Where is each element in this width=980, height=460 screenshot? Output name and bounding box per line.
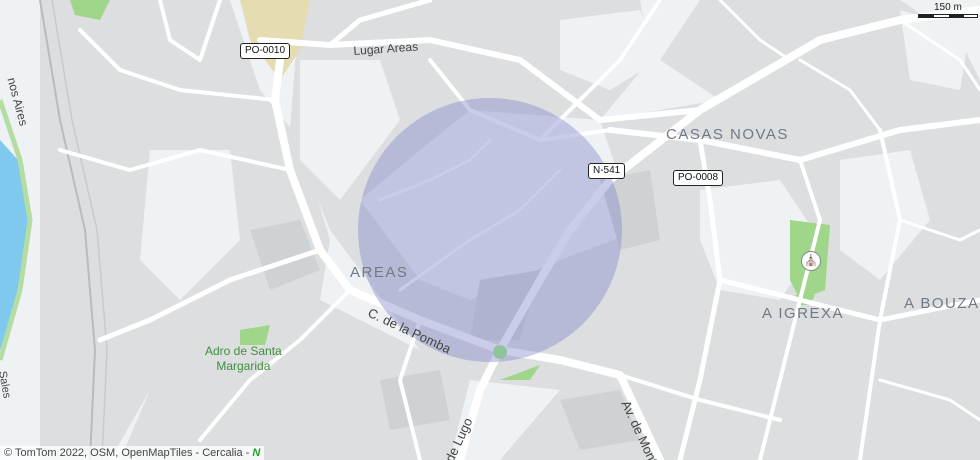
church-icon[interactable]: ⛪ [801, 251, 821, 271]
map-base-layer [0, 0, 980, 460]
location-marker [493, 345, 507, 359]
road-shield-po0008: PO-0008 [673, 170, 724, 186]
park-label-line-1: Adro de Santa [205, 344, 282, 358]
cercalia-logo-icon[interactable]: N [252, 447, 260, 459]
place-label-casas-novas: CASAS NOVAS [666, 126, 789, 143]
place-label-a-bouza: A BOUZA [904, 295, 980, 312]
park-label-adro: Adro de Santa Margarida [205, 344, 282, 374]
scale-graphic [918, 14, 978, 18]
road-shield-po0010: PO-0010 [240, 43, 291, 59]
attribution: © TomTom 2022, OSM, OpenMapTiles - Cerca… [0, 446, 265, 460]
map-canvas[interactable]: CASAS NOVAS AREAS A IGREXA A BOUZA Adro … [0, 0, 980, 460]
place-label-areas: AREAS [350, 264, 409, 281]
place-label-a-igrexa: A IGREXA [762, 305, 845, 322]
park-label-line-2: Margarida [216, 359, 271, 373]
scale-label: 150 m [934, 2, 962, 13]
scale-bar: 150 m [918, 2, 978, 18]
road-shield-n541: N-541 [588, 163, 626, 179]
attribution-text: © TomTom 2022, OSM, OpenMapTiles - Cerca… [4, 447, 250, 459]
